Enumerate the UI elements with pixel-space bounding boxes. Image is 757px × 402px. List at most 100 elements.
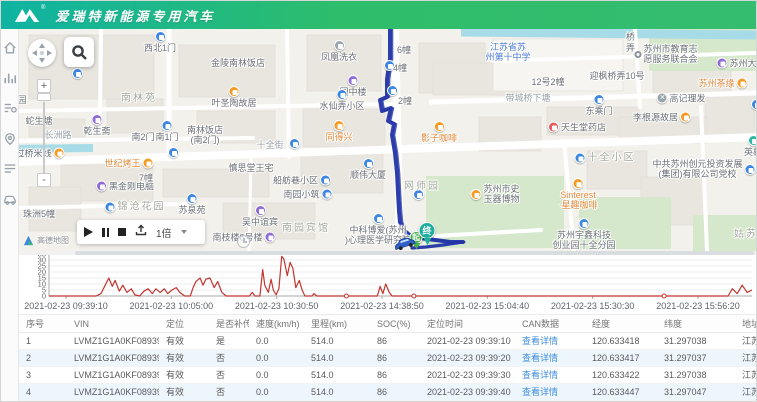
sidebar-item-location[interactable] (3, 132, 17, 146)
map-poi: 苏州市史玉器博物 (470, 184, 519, 204)
table-cell: 是 (209, 333, 249, 349)
poi-blue-icon (578, 218, 589, 229)
map-poi: 世纪烤王 (104, 158, 153, 169)
map-poi: 高记理发 (656, 93, 705, 104)
svg-text:2021-02-23 10:05:00: 2021-02-23 10:05:00 (130, 301, 214, 311)
playback-bar: 1倍 (77, 220, 205, 244)
table-cell: 514.0 (304, 384, 370, 400)
table-row[interactable]: 3LVMZ1G1A0KF089390有效否0.0514.0862021-02-2… (19, 367, 757, 384)
map-poi-label: 影子咖啡 (421, 133, 457, 143)
map-poi-label: 水仙弄小区 (319, 101, 364, 111)
table-cell: 514.0 (304, 350, 370, 366)
poi-purple-icon (91, 114, 102, 125)
svg-text:2021-02-23 15:04:40: 2021-02-23 15:04:40 (446, 301, 530, 311)
table-cell: 江苏省苏 (735, 367, 757, 383)
zoom-out-button[interactable]: - (37, 173, 51, 187)
search-button[interactable] (64, 37, 94, 67)
table-cell: 否 (209, 367, 249, 383)
map-poi: 东乘门 (585, 94, 612, 116)
brand-logo-icon: ® (13, 7, 45, 24)
map-poi: 南园宾馆 (282, 224, 330, 234)
table-cell: 3 (19, 367, 67, 383)
poi-blue-icon (322, 189, 333, 200)
map-poi-layer: 西北1门凤凰洗衣金陵南林饭店园中楼水仙弄小区叶圣陶故居南林苑乾生斋南1门长洲路南… (1, 29, 757, 251)
map-poi-label: 2幢 (398, 96, 412, 106)
zoom-slider-handle[interactable] (37, 93, 51, 101)
route-end-marker[interactable]: 终 (419, 222, 436, 245)
map-poi-label: 南园宾馆 (282, 224, 330, 234)
map-poi: 6幢 (397, 45, 411, 55)
map-attribution: 高德地图 (23, 235, 69, 246)
table-cell: 江苏省苏 (735, 350, 757, 366)
map-poi-label: 东乘门 (585, 106, 612, 116)
table-row[interactable]: 2LVMZ1G1A0KF089390有效否0.0514.0862021-02-2… (19, 350, 757, 367)
map-poi-label: 蛇生塘 (25, 116, 52, 126)
table-cell: 31.297038 (657, 367, 735, 383)
chart-scrollbar[interactable] (75, 251, 754, 255)
table-row[interactable]: 4LVMZ1G1A0KF089390有效否0.0514.0862021-02-2… (19, 384, 757, 401)
map-poi-label: 金陵南林饭店 (211, 58, 265, 68)
map-transit-icon (289, 138, 300, 149)
table-cell: 120.633418 (585, 333, 657, 349)
map-poi-label: 12号2幢 (531, 77, 564, 87)
poi-purple-icon (96, 181, 107, 192)
compass-control[interactable] (28, 39, 56, 67)
can-details-link[interactable]: 查看详情 (515, 367, 585, 383)
poi-blue-icon (105, 202, 116, 213)
map-canvas[interactable]: 西北1门凤凰洗衣金陵南林饭店园中楼水仙弄小区叶圣陶故居南林苑乾生斋南1门长洲路南… (1, 29, 757, 251)
map-poi-label: 顺伟大厦 (350, 170, 386, 180)
zoom-in-button[interactable]: + (37, 79, 51, 93)
pause-icon[interactable] (102, 228, 109, 237)
map-poi-label: 吴中谊宾 (242, 217, 278, 227)
map-poi: 十全街 (256, 140, 283, 150)
map-poi-label: 迎枫桥弄10号 (589, 71, 644, 81)
poi-orange-icon (573, 178, 584, 189)
can-details-link[interactable]: 查看详情 (515, 333, 585, 349)
table-cell: 0.0 (249, 384, 304, 400)
table-cell: 2 (19, 350, 67, 366)
track-data-table: 序号VIN定位是否补传速度(km/h)里程(km)SOC(%)定位时间CAN数据… (19, 314, 757, 402)
zoom-slider-track[interactable] (43, 102, 45, 173)
map-poi: 锦沧花园 (105, 202, 166, 213)
map-poi: 吴中谊宾 (242, 205, 278, 227)
history-clock-button[interactable] (237, 235, 250, 248)
poi-cross-icon (656, 93, 667, 104)
sidebar (1, 29, 19, 402)
sidebar-item-statistics[interactable] (3, 71, 17, 85)
map-poi-label: 江苏省苏州第十中学 (485, 42, 530, 62)
table-cell: 0.0 (249, 367, 304, 383)
map-poi: 英雄 (744, 135, 757, 157)
table-cell: 0.0 (249, 333, 304, 349)
brand-title: 爱瑞特新能源专用汽车 (55, 6, 215, 25)
sidebar-item-track[interactable] (3, 101, 17, 115)
map-poi: 4幢 (393, 63, 407, 73)
map-poi-label: 十全街 (256, 140, 283, 150)
map-poi-label: 带城桥下塘 (505, 93, 550, 103)
app-window: ® 爱瑞特新能源专用汽车 西北1门凤凰洗衣金陵南林饭店园中楼水仙弄小区叶圣陶故居… (0, 0, 757, 402)
column-header: VIN (67, 315, 159, 332)
map-poi: 西北1门 (144, 31, 176, 53)
sidebar-item-vehicle[interactable] (3, 192, 17, 206)
sidebar-item-home[interactable] (3, 41, 17, 55)
can-details-link[interactable]: 查看详情 (515, 350, 585, 366)
playback-speed-select[interactable]: 1倍 (156, 225, 172, 240)
speed-chart-panel: 051015202530352021-02-23 09:39:102021-02… (1, 251, 757, 314)
can-details-link[interactable]: 查看详情 (515, 384, 585, 400)
table-row[interactable]: 1LVMZ1G1A0KF089390有效是0.0514.0862021-02-2… (19, 333, 757, 350)
table-cell: 2021-02-23 09:39:30 (420, 367, 515, 383)
sidebar-item-records[interactable] (3, 162, 17, 176)
map-poi-label: 世纪烤王 (104, 158, 140, 168)
table-cell: 0.0 (249, 350, 304, 366)
export-icon[interactable] (135, 223, 147, 241)
map-poi-label: 网师园 (404, 182, 440, 192)
chevron-down-icon[interactable] (181, 230, 187, 234)
table-cell: 514.0 (304, 367, 370, 383)
poi-teal-icon (747, 135, 757, 146)
map-poi-label: 英雄 (744, 147, 757, 157)
column-header: 序号 (19, 315, 67, 332)
map-poi-label: 凤凰洗衣 (321, 52, 357, 62)
play-icon[interactable] (84, 227, 93, 237)
map-poi-label: 长洲路 (44, 130, 71, 140)
stop-icon[interactable] (118, 228, 126, 236)
map-transit-icon (751, 99, 757, 110)
